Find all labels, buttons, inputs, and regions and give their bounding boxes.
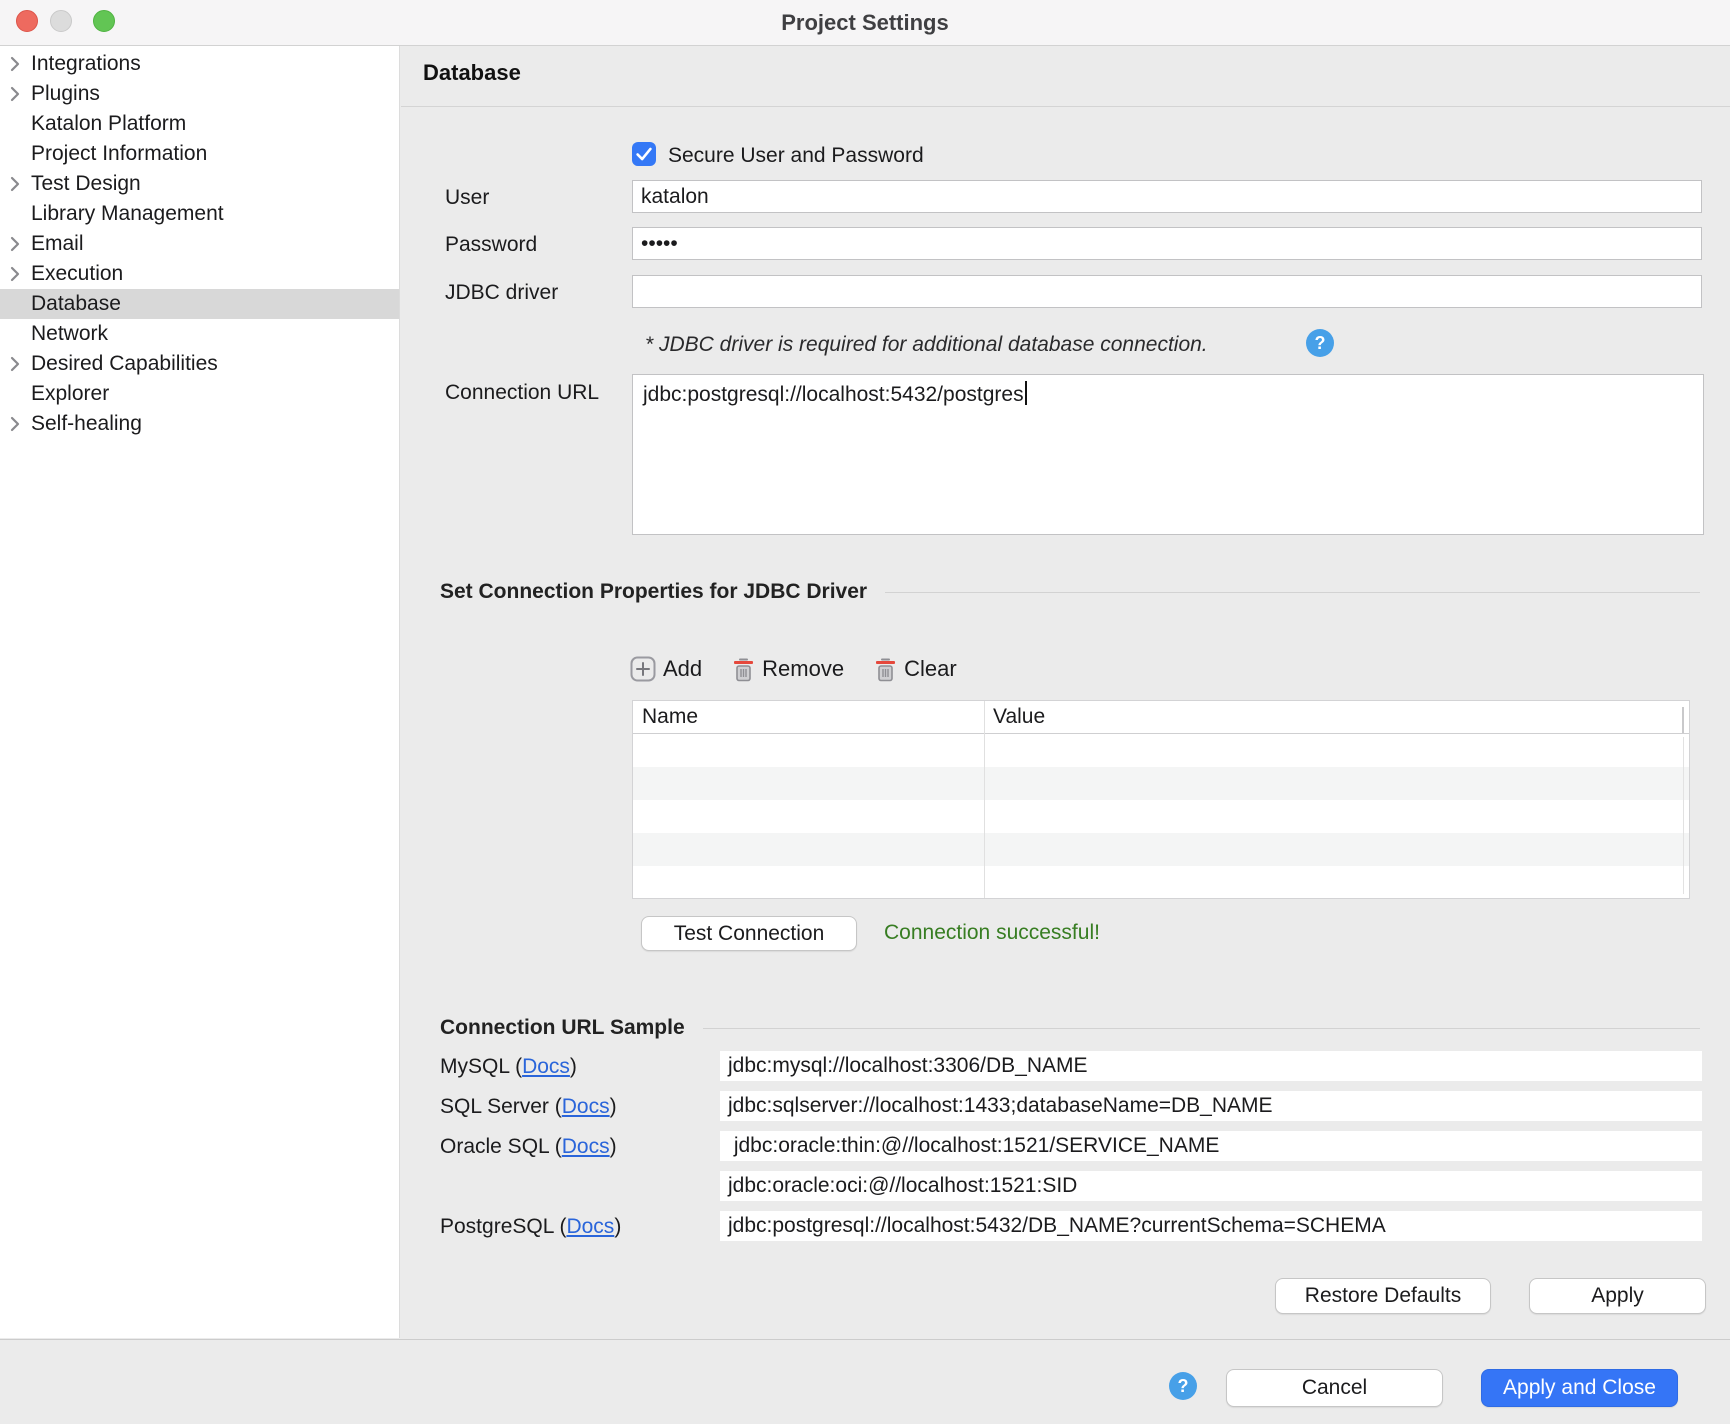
help-icon[interactable]: ? bbox=[1306, 329, 1334, 357]
sidebar-item-email[interactable]: Email bbox=[0, 229, 399, 259]
sidebar-item-integrations[interactable]: Integrations bbox=[0, 49, 399, 79]
test-connection-button[interactable]: Test Connection bbox=[641, 916, 857, 951]
password-input[interactable] bbox=[632, 227, 1702, 260]
page-title: Database bbox=[423, 60, 521, 86]
properties-toolbar: Add Remove Clear bbox=[630, 651, 957, 687]
window-title: Project Settings bbox=[0, 0, 1730, 45]
clear-properties-button[interactable]: Clear bbox=[874, 656, 957, 683]
column-header-value: Value bbox=[984, 705, 1045, 729]
sqlserver-sample-value[interactable]: jdbc:sqlserver://localhost:1433;database… bbox=[720, 1091, 1702, 1121]
oracle-docs-link[interactable]: Docs bbox=[562, 1135, 610, 1158]
postgresql-sample-label: PostgreSQL (Docs) bbox=[440, 1215, 621, 1239]
divider bbox=[0, 1339, 1730, 1340]
sidebar-item-katalon-platform[interactable]: Katalon Platform bbox=[0, 109, 399, 139]
chevron-right-icon[interactable] bbox=[0, 235, 31, 253]
sidebar-item-database[interactable]: Database bbox=[0, 289, 399, 319]
scrollbar-track bbox=[1683, 737, 1684, 894]
add-property-button[interactable]: Add bbox=[630, 656, 702, 682]
user-label: User bbox=[445, 186, 489, 210]
jdbc-driver-label: JDBC driver bbox=[445, 281, 558, 305]
chevron-right-icon[interactable] bbox=[0, 415, 31, 433]
connection-url-input[interactable]: jdbc:postgresql://localhost:5432/postgre… bbox=[632, 374, 1704, 535]
table-header: Name Value bbox=[633, 701, 1689, 734]
sidebar-item-network[interactable]: Network bbox=[0, 319, 399, 349]
help-icon[interactable]: ? bbox=[1169, 1372, 1197, 1400]
checkmark-icon bbox=[633, 143, 655, 165]
chevron-right-icon[interactable] bbox=[0, 175, 31, 193]
plus-icon bbox=[630, 656, 656, 682]
sqlserver-sample-label: SQL Server (Docs) bbox=[440, 1095, 617, 1119]
connection-status-text: Connection successful! bbox=[884, 921, 1100, 945]
cancel-button[interactable]: Cancel bbox=[1226, 1369, 1443, 1407]
apply-and-close-button[interactable]: Apply and Close bbox=[1481, 1369, 1678, 1407]
mysql-docs-link[interactable]: Docs bbox=[522, 1055, 570, 1078]
table-row[interactable] bbox=[633, 833, 1689, 866]
sidebar-item-plugins[interactable]: Plugins bbox=[0, 79, 399, 109]
oracle-sample-label: Oracle SQL (Docs) bbox=[440, 1135, 617, 1159]
settings-sidebar: Integrations Plugins Katalon Platform Pr… bbox=[0, 46, 400, 1338]
column-header-name: Name bbox=[633, 705, 984, 729]
divider bbox=[401, 106, 1730, 107]
trash-icon bbox=[732, 656, 755, 683]
text-cursor bbox=[1025, 381, 1027, 405]
apply-button[interactable]: Apply bbox=[1529, 1278, 1706, 1314]
restore-defaults-button[interactable]: Restore Defaults bbox=[1275, 1278, 1491, 1314]
table-row[interactable] bbox=[633, 734, 1689, 767]
password-label: Password bbox=[445, 233, 537, 257]
samples-section-title: Connection URL Sample bbox=[440, 1016, 685, 1040]
connection-url-value: jdbc:postgresql://localhost:5432/postgre… bbox=[643, 383, 1024, 406]
sidebar-item-desired-capabilities[interactable]: Desired Capabilities bbox=[0, 349, 399, 379]
remove-property-button[interactable]: Remove bbox=[732, 656, 844, 683]
properties-section-title: Set Connection Properties for JDBC Drive… bbox=[440, 580, 867, 604]
postgresql-sample-value[interactable]: jdbc:postgresql://localhost:5432/DB_NAME… bbox=[720, 1211, 1702, 1241]
jdbc-driver-input[interactable] bbox=[632, 275, 1702, 308]
postgresql-docs-link[interactable]: Docs bbox=[566, 1215, 614, 1238]
chevron-right-icon[interactable] bbox=[0, 265, 31, 283]
sqlserver-docs-link[interactable]: Docs bbox=[562, 1095, 610, 1118]
chevron-right-icon[interactable] bbox=[0, 355, 31, 373]
properties-section-header: Set Connection Properties for JDBC Drive… bbox=[440, 580, 1700, 604]
samples-section-header: Connection URL Sample bbox=[440, 1016, 1700, 1040]
user-input[interactable] bbox=[632, 180, 1702, 213]
secure-user-password-checkbox[interactable] bbox=[632, 142, 656, 166]
sidebar-item-project-information[interactable]: Project Information bbox=[0, 139, 399, 169]
oracle-thin-sample-value[interactable]: jdbc:oracle:thin:@//localhost:1521/SERVI… bbox=[720, 1131, 1702, 1161]
divider bbox=[703, 1028, 1700, 1029]
divider bbox=[885, 592, 1700, 593]
sidebar-item-library-management[interactable]: Library Management bbox=[0, 199, 399, 229]
mysql-sample-label: MySQL (Docs) bbox=[440, 1055, 577, 1079]
sidebar-item-test-design[interactable]: Test Design bbox=[0, 169, 399, 199]
title-bar: Project Settings bbox=[0, 0, 1730, 46]
mysql-sample-value[interactable]: jdbc:mysql://localhost:3306/DB_NAME bbox=[720, 1051, 1702, 1081]
sidebar-item-execution[interactable]: Execution bbox=[0, 259, 399, 289]
table-row[interactable] bbox=[633, 866, 1689, 899]
jdbc-driver-note: * JDBC driver is required for additional… bbox=[645, 333, 1208, 357]
secure-user-password-label: Secure User and Password bbox=[668, 144, 924, 168]
sidebar-item-explorer[interactable]: Explorer bbox=[0, 379, 399, 409]
sidebar-item-self-healing[interactable]: Self-healing bbox=[0, 409, 399, 439]
table-row[interactable] bbox=[633, 767, 1689, 800]
scrollbar-thumb[interactable] bbox=[1682, 707, 1684, 733]
table-row[interactable] bbox=[633, 800, 1689, 833]
chevron-right-icon[interactable] bbox=[0, 55, 31, 73]
column-divider bbox=[984, 701, 985, 898]
connection-url-label: Connection URL bbox=[445, 381, 599, 405]
trash-icon bbox=[874, 656, 897, 683]
oracle-oci-sample-value[interactable]: jdbc:oracle:oci:@//localhost:1521:SID bbox=[720, 1171, 1702, 1201]
properties-table[interactable]: Name Value bbox=[632, 700, 1690, 899]
chevron-right-icon[interactable] bbox=[0, 85, 31, 103]
